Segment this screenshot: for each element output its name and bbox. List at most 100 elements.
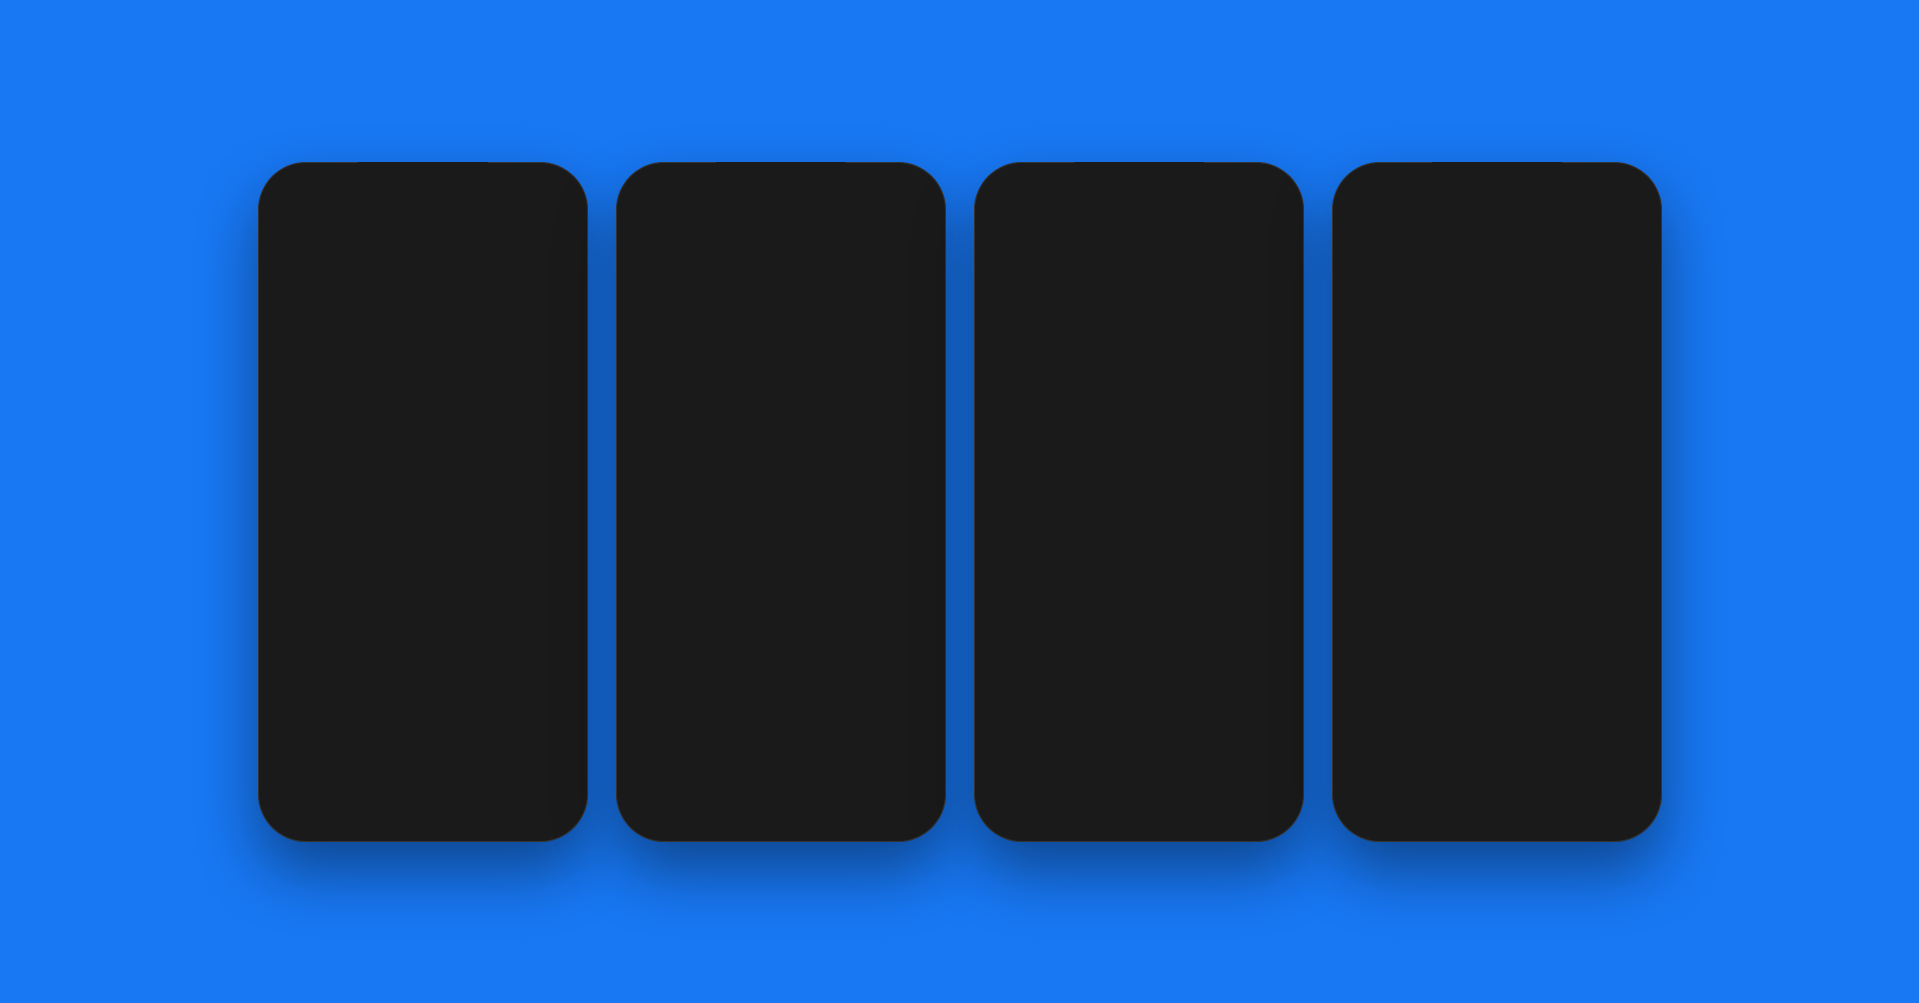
tab-rooms[interactable]: ルーム bbox=[1544, 321, 1639, 355]
phone3-back-btn[interactable]: ← bbox=[996, 211, 1014, 232]
reel-cell-5-views: ▶ 8万 bbox=[1091, 592, 1117, 605]
share-input[interactable]: その気持ち、シェアしよう bbox=[1394, 250, 1604, 282]
phone4-nav-bell[interactable]: 🔔 bbox=[1526, 793, 1586, 818]
phone4-screen: 2:04 ▐▐ ▲ ▬ facebook 🔍 💬 bbox=[1340, 170, 1654, 834]
photo-icon: 🖼 bbox=[1618, 259, 1633, 273]
reels-grid-profile: ▶ 12.1万 ▶ 9万 ▶ 8.1万 ▶ 1.2万 ▶ 8万 ▶ 1.4万 bbox=[982, 401, 1296, 715]
phone4-status-icons: ▐▐ ▲ ▬ bbox=[1591, 182, 1633, 193]
nav-home[interactable]: 🏠 bbox=[274, 793, 334, 818]
tab-stories[interactable]: ストーリーズ bbox=[1354, 321, 1449, 355]
phone4-nav-friends[interactable]: 👥 bbox=[1467, 793, 1527, 818]
rooms-quick-icon: 👥 bbox=[1466, 293, 1483, 310]
reel-side-actions: 👍 2.2万 💬 780 ↗ 52 bbox=[890, 491, 926, 674]
nav-menu[interactable]: ≡ bbox=[512, 793, 572, 818]
public-label: 公開 bbox=[680, 713, 702, 729]
phone2-wrapper: 2:04 ▐▐ ▲ ▬ ‹ 📷 📷 作成する 👍 2.2万 bbox=[616, 162, 946, 842]
commenter-row: tai Jordaan・ ••• bbox=[640, 748, 878, 772]
post-more[interactable]: ••• bbox=[551, 542, 568, 560]
heart-reaction: ❤ bbox=[296, 208, 312, 224]
post-more-btn[interactable]: ••• bbox=[1623, 539, 1640, 557]
my-reels-btn[interactable]: 自分のリール動画 bbox=[426, 472, 568, 505]
phone1-header: 👍 ❤ Hoi Shan Yiuさん、他5人 コメント2件 👍 いいね！ 💬 bbox=[266, 202, 580, 277]
comment-btn[interactable]: 💬 コメントする bbox=[374, 235, 471, 263]
follow-btn[interactable]: 🔒 🔒 フォローする bbox=[996, 336, 1135, 390]
search-btn[interactable]: 🔍 bbox=[1568, 210, 1600, 242]
reel-follow-text[interactable]: フォローする bbox=[775, 681, 853, 700]
phone4-menu-icon: ≡ bbox=[1610, 795, 1621, 816]
comment-input[interactable]: コメントを追加… bbox=[640, 784, 878, 816]
create-reel-label: 作成するリール動画 bbox=[1372, 449, 1417, 472]
like-count: 2.2万 bbox=[896, 529, 920, 544]
share-action[interactable]: ↗ 52 bbox=[890, 625, 926, 674]
reel-cell-9[interactable] bbox=[1192, 611, 1295, 714]
nav-friends[interactable]: 👥 bbox=[393, 793, 453, 818]
reel1-views: ▶ 12.1万 bbox=[284, 448, 348, 460]
like-btn[interactable]: 👍 いいね！ bbox=[278, 235, 375, 263]
facebook-logo: facebook bbox=[1354, 213, 1451, 239]
poster-row: B Bente Othman 8時間・🌐 ••• bbox=[278, 533, 568, 569]
reactions-text: Hoi Shan Yiuさん、他5人 bbox=[320, 208, 445, 224]
phone4-home-icon: 🏠 bbox=[1366, 793, 1388, 814]
comment-action[interactable]: 💬 780 bbox=[890, 560, 926, 609]
message-btn[interactable]: ✉ ✉ メッセージ bbox=[1143, 336, 1282, 390]
like-reaction: 👍 bbox=[278, 208, 294, 224]
phone4-bottom-nav: 🏠 ▶ 👥 🔔 ≡ bbox=[1348, 784, 1646, 826]
phone4-nav-menu[interactable]: ≡ bbox=[1586, 793, 1646, 818]
photo-btn[interactable]: 🖼 bbox=[1612, 252, 1640, 280]
reel-cell-7[interactable] bbox=[982, 611, 1085, 714]
tab-reels[interactable]: リール動画 bbox=[1449, 321, 1544, 355]
reels-grid: Joonseo Kwon ▶ 12.1万 Martin Kang ▶ 8.8万 bbox=[278, 324, 568, 464]
reel-scroll-2[interactable]: ▶ 1,200万 bbox=[1446, 376, 1536, 506]
reel-thumb-2[interactable]: Martin Kang ▶ 8.8万 bbox=[426, 324, 568, 464]
share-action-icon: ↗ bbox=[890, 625, 926, 661]
create-reel-scroll[interactable]: + 作成するリール動画 bbox=[1350, 376, 1440, 506]
reel-cell-8[interactable] bbox=[1087, 611, 1190, 714]
phone1-content: 👍 ❤ Hoi Shan Yiuさん、他5人 コメント2件 👍 いいね！ 💬 bbox=[266, 202, 580, 834]
reel-cell-1[interactable]: ▶ 12.1万 bbox=[982, 401, 1085, 504]
profile-header-title: Tidaさんのリール動画 bbox=[1058, 210, 1219, 234]
reel-cell-3[interactable]: ▶ 8.1万 bbox=[1192, 401, 1295, 504]
rooms-quick-action[interactable]: 👥 ルーム bbox=[1456, 288, 1530, 315]
reel-cell-4[interactable]: ▶ 1.2万 bbox=[982, 506, 1085, 609]
groups-quick-icon: 👤 bbox=[1546, 293, 1563, 310]
nav-bell[interactable]: 🔔 bbox=[452, 793, 512, 818]
post-username: Rachel Smith bbox=[1398, 532, 1480, 547]
section-more[interactable]: ••• bbox=[551, 296, 568, 314]
reel-cell-2[interactable]: ▶ 9万 bbox=[1087, 401, 1190, 504]
reel-cell-6[interactable]: ▶ 1.4万 bbox=[1192, 506, 1295, 609]
reel-cell-4-views: ▶ 1.2万 bbox=[986, 592, 1019, 605]
phone4-nav-video[interactable]: ▶ bbox=[1407, 793, 1467, 818]
road-overlay bbox=[751, 434, 811, 634]
profile-avatar-large bbox=[996, 257, 1052, 313]
reel-scroll-3[interactable]: ▶ 1,200万 bbox=[1542, 376, 1632, 506]
profile-top-circle[interactable] bbox=[886, 210, 922, 246]
reel-thumb-1[interactable]: Joonseo Kwon ▶ 12.1万 bbox=[278, 324, 420, 464]
nav-underline bbox=[293, 816, 313, 818]
reel-cell-5[interactable]: ▶ 8万 bbox=[1087, 506, 1190, 609]
share-btn[interactable]: ↗ シェア bbox=[471, 235, 568, 263]
create-top-btn[interactable]: 📷 📷 作成する bbox=[793, 214, 882, 237]
lantern-icon bbox=[334, 374, 364, 414]
comment-input-bar: コメントを追加… bbox=[640, 784, 878, 816]
reel-scroll-4[interactable]: ▶ 1,2 bbox=[1638, 376, 1654, 506]
reel-user-avatar bbox=[640, 675, 672, 707]
phone2-back-btn[interactable]: ‹ bbox=[642, 222, 648, 243]
profile-name: Tida Saengarun bbox=[1062, 267, 1245, 284]
messenger-btn[interactable]: 💬 bbox=[1608, 210, 1640, 242]
groups-quick-action[interactable]: 👤 グループ bbox=[1536, 288, 1621, 315]
reaction-icons: 👍 ❤ bbox=[278, 208, 312, 224]
reel-username: Itai Jordaan bbox=[680, 683, 753, 698]
phone4-nav-home[interactable]: 🏠 bbox=[1348, 793, 1408, 818]
comment-count-reel: 780 bbox=[899, 598, 916, 609]
like-action[interactable]: 👍 2.2万 bbox=[890, 491, 926, 544]
reels-quick-action[interactable]: 🎬 リール動画 bbox=[1354, 288, 1450, 315]
commenter-name: tai Jordaan・ bbox=[678, 752, 748, 768]
comment-count: コメント2件 bbox=[506, 208, 567, 224]
profile-more-btn[interactable]: ••• bbox=[1263, 211, 1282, 232]
menu-icon: ≡ bbox=[536, 795, 547, 816]
profile-subtitle: リール動画16件・フォロワー6,000人 bbox=[1062, 286, 1245, 302]
phone2-status-bar: 2:04 ▐▐ ▲ ▬ bbox=[632, 178, 930, 210]
commenter-more[interactable]: ••• bbox=[751, 752, 766, 768]
create-reel-btn[interactable]: 作成する bbox=[278, 472, 420, 505]
nav-video[interactable]: ▶ bbox=[333, 793, 393, 818]
